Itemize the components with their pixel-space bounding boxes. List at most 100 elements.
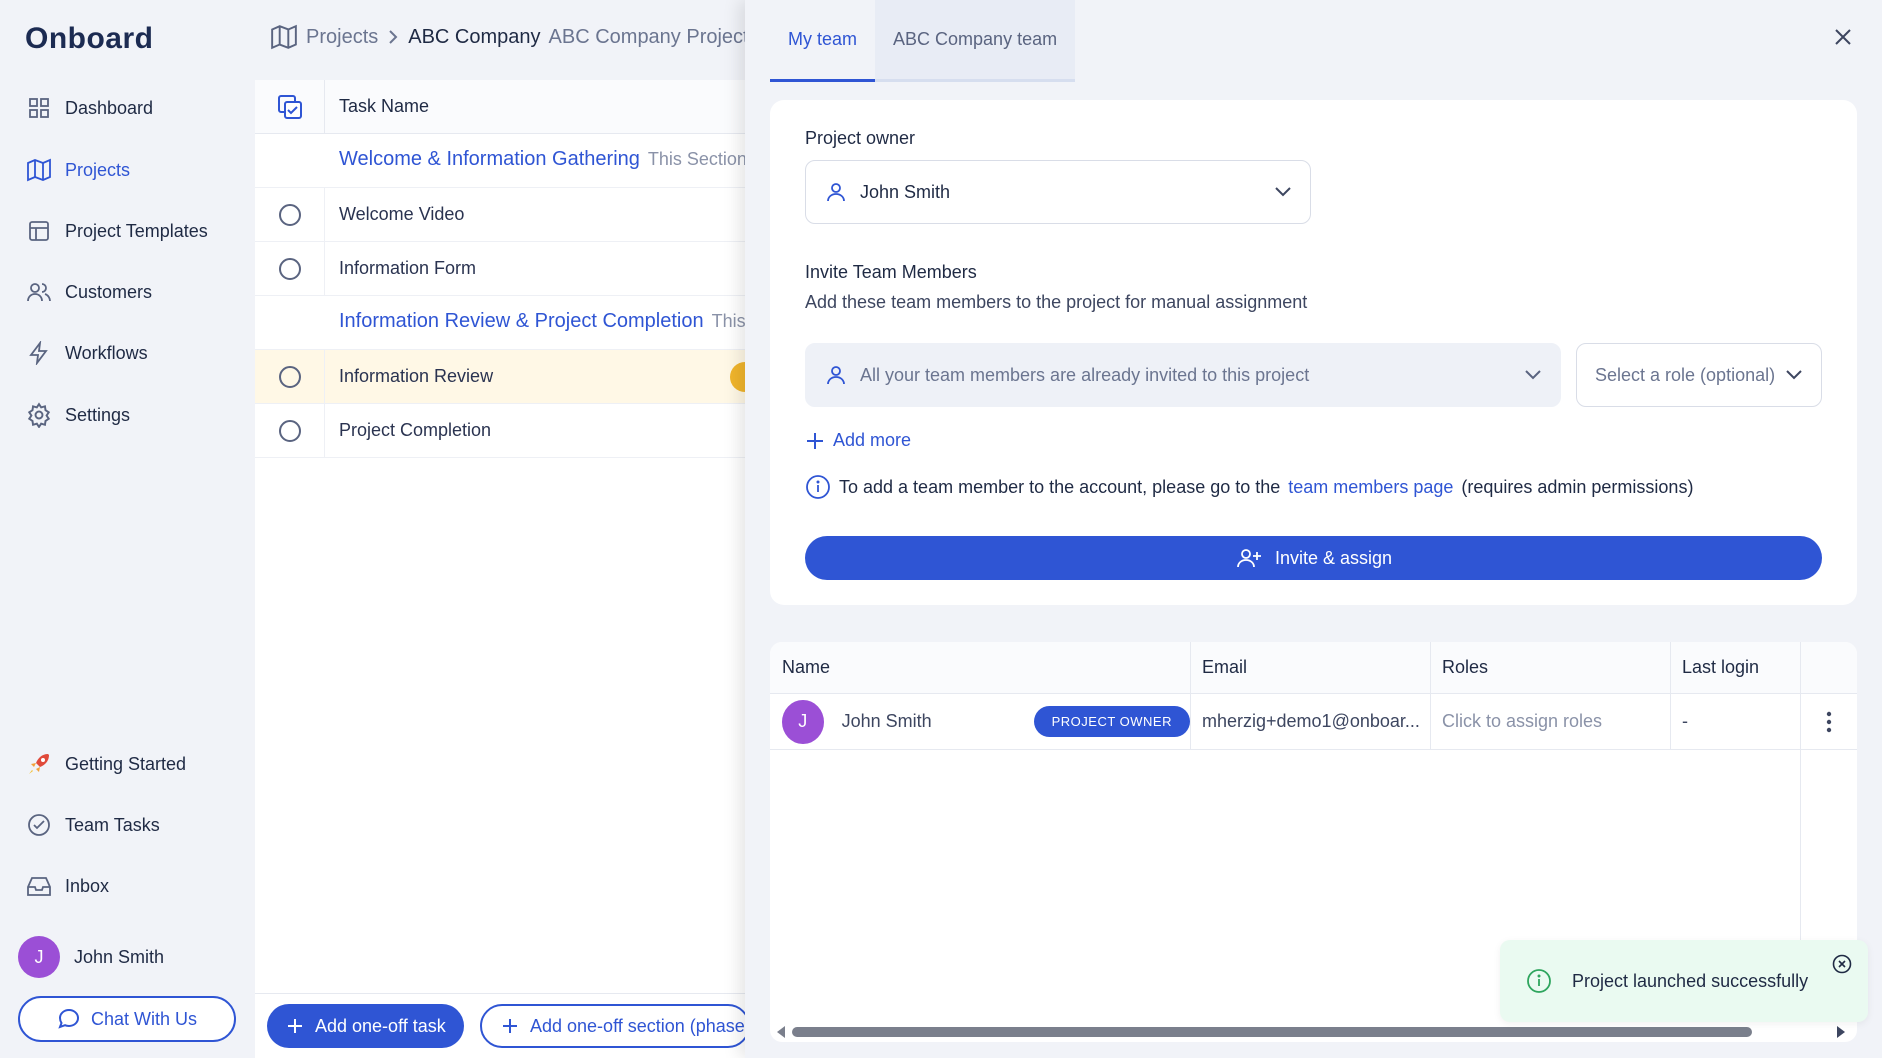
add-more-label: Add more [833, 430, 912, 450]
user-icon [824, 363, 848, 387]
sidebar-item-getting-started[interactable]: Getting Started [25, 744, 186, 784]
sidebar-item-settings[interactable]: Settings [25, 395, 130, 435]
section-row[interactable]: Welcome & Information Gathering This Sect… [255, 134, 747, 188]
info-text: (requires admin permissions) [1461, 476, 1694, 497]
user-profile[interactable]: J John Smith [18, 936, 164, 978]
role-select[interactable]: Select a role (optional) [1576, 343, 1822, 407]
team-tabs: My team ABC Company team [770, 0, 1076, 82]
table-row-name[interactable]: J John Smith PROJECT OWNER [770, 694, 1190, 750]
task-table: Task Name Welcome & Information Gatherin… [255, 80, 760, 1058]
table-row-email: mherzig+demo1@onboar... [1190, 694, 1430, 750]
role-placeholder: Select a role (optional) [1595, 364, 1776, 385]
task-row[interactable]: Information Review [255, 350, 760, 404]
breadcrumb-company[interactable]: ABC Company [408, 26, 540, 49]
user-icon [824, 180, 848, 204]
horizontal-scrollbar[interactable] [770, 1021, 1857, 1042]
sidebar-item-customers[interactable]: Customers [25, 272, 152, 312]
project-owner-select[interactable]: John Smith [805, 160, 1311, 224]
project-owner-label: Project owner [805, 128, 916, 148]
app-logo[interactable]: Onboard [25, 22, 154, 56]
task-checkbox[interactable] [255, 404, 325, 458]
section-title: Information Review & Project Completion T… [339, 310, 746, 333]
info-icon [1526, 968, 1552, 994]
add-more-button[interactable]: Add more [805, 430, 911, 451]
sidebar-item-label: Settings [65, 404, 131, 425]
user-name: John Smith [74, 946, 165, 967]
team-members-page-link[interactable]: team members page [1288, 477, 1453, 498]
button-label: Add one-off task [315, 1015, 446, 1036]
section-title: Welcome & Information Gathering This Sect… [339, 148, 747, 171]
invite-card: Project owner John Smith Invite Team Mem… [770, 100, 1857, 605]
map-icon [270, 24, 298, 50]
invite-assign-button[interactable]: Invite & assign [805, 536, 1822, 580]
task-row[interactable]: Information Form [255, 242, 745, 296]
task-label: Project Completion [339, 420, 492, 440]
sidebar-item-team-tasks[interactable]: Team Tasks [25, 805, 160, 845]
tab-company-team[interactable]: ABC Company team [875, 0, 1076, 82]
team-panel: My team ABC Company team Project owner J… [745, 0, 1882, 1058]
scroll-right-icon[interactable] [1836, 1026, 1846, 1038]
chat-with-us-button[interactable]: Chat With Us [18, 996, 236, 1042]
avatar: J [18, 936, 60, 978]
grid-icon [25, 94, 53, 122]
breadcrumb-projects-link[interactable]: Projects [306, 26, 378, 49]
breadcrumb: Projects ABC Company ABC Company Project [270, 24, 749, 50]
info-icon [805, 474, 831, 500]
column-header-roles[interactable]: Roles [1430, 642, 1670, 694]
task-checkbox[interactable] [255, 188, 325, 242]
sidebar-item-dashboard[interactable]: Dashboard [25, 88, 153, 128]
user-plus-icon [1235, 546, 1263, 570]
plus-icon [805, 431, 825, 451]
scroll-left-icon[interactable] [776, 1026, 786, 1038]
template-icon [25, 217, 53, 245]
table-row-last-login: - [1670, 694, 1800, 750]
chevron-right-icon [386, 28, 400, 46]
column-header-last-login[interactable]: Last login [1670, 642, 1800, 694]
add-one-off-section-button[interactable]: Add one-off section (phase) [480, 1004, 750, 1048]
scrollbar-thumb[interactable] [792, 1027, 1752, 1037]
tab-my-team[interactable]: My team [770, 0, 876, 82]
sidebar-item-projects[interactable]: Projects [25, 150, 130, 190]
task-table-header: Task Name [255, 80, 745, 134]
chat-bubble-icon [57, 1007, 81, 1031]
sidebar: Onboard Dashboard Projects Project Templ… [0, 0, 255, 1058]
users-icon [25, 278, 53, 306]
column-header-email[interactable]: Email [1190, 642, 1430, 694]
sidebar-item-workflows[interactable]: Workflows [25, 333, 148, 373]
project-owner-badge: PROJECT OWNER [1033, 706, 1190, 737]
section-row[interactable]: Information Review & Project Completion T… [255, 296, 746, 350]
task-row[interactable]: Project Completion [255, 404, 745, 458]
invite-title: Invite Team Members [805, 262, 977, 282]
section-label: Welcome & Information Gathering [339, 148, 640, 170]
sidebar-item-inbox[interactable]: Inbox [25, 866, 109, 906]
button-label: Invite & assign [1274, 547, 1393, 568]
inbox-icon [25, 872, 53, 900]
task-checkbox[interactable] [255, 350, 325, 404]
task-label: Information Review [339, 366, 494, 386]
sidebar-item-label: Project Templates [65, 220, 208, 241]
info-text: To add a team member to the account, ple… [839, 476, 1281, 497]
column-header-name[interactable]: Name [770, 642, 1190, 694]
task-row[interactable]: Welcome Video [255, 188, 745, 242]
add-one-off-task-button[interactable]: Add one-off task [267, 1004, 464, 1048]
more-options-icon[interactable] [1800, 694, 1857, 750]
column-header-actions [1800, 642, 1857, 694]
close-icon[interactable] [1832, 954, 1852, 974]
close-icon[interactable] [1832, 26, 1854, 48]
task-checkbox[interactable] [255, 242, 325, 296]
task-label: Welcome Video [339, 204, 465, 224]
task-name-header: Task Name [339, 96, 430, 116]
map-icon [25, 156, 53, 184]
chevron-down-icon [1274, 186, 1292, 198]
members-placeholder: All your team members are already invite… [860, 364, 1310, 385]
sidebar-item-project-templates[interactable]: Project Templates [25, 211, 208, 251]
select-all-icon[interactable] [255, 80, 325, 134]
check-circle-icon [25, 811, 53, 839]
assign-roles-cell[interactable]: Click to assign roles [1430, 694, 1670, 750]
team-members-select[interactable]: All your team members are already invite… [805, 343, 1561, 407]
success-toast: Project launched successfully [1500, 940, 1868, 1022]
chevron-down-icon [1524, 369, 1542, 381]
chevron-down-icon [1785, 369, 1803, 381]
owner-value: John Smith [860, 181, 951, 202]
task-actions-bar: Add one-off task Add one-off section (ph… [255, 993, 750, 1058]
